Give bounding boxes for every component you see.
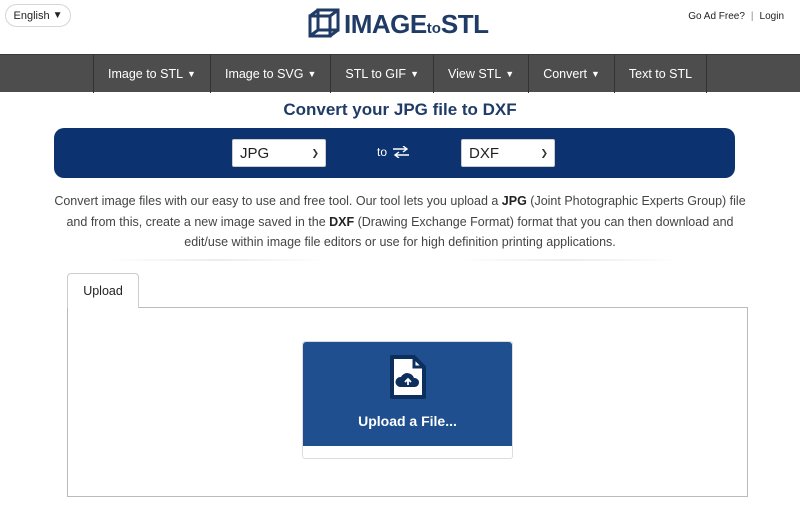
nav-text-to-stl[interactable]: Text to STL — [613, 55, 708, 93]
nav-label: Image to SVG — [224, 67, 304, 81]
description-text: Convert image files with our easy to use… — [54, 194, 502, 208]
caret-down-icon: ▼ — [410, 69, 419, 79]
go-ad-free-link[interactable]: Go Ad Free? — [688, 11, 745, 22]
nav-stl-to-gif[interactable]: STL to GIF ▼ — [330, 55, 433, 93]
upload-button-face[interactable]: Upload a File... — [303, 342, 512, 446]
from-format-value: JPG — [240, 144, 270, 162]
site-logo[interactable]: IMAGE to STL — [308, 8, 489, 40]
file-upload-icon — [390, 355, 426, 399]
caret-down-icon: ▼ — [187, 69, 196, 79]
logo-text: IMAGE to STL — [344, 9, 489, 40]
upload-button-label: Upload a File... — [358, 413, 457, 429]
to-text: to — [377, 145, 388, 159]
to-format-select[interactable]: DXF ❯ — [461, 139, 555, 167]
description-bold-jpg: JPG — [501, 194, 527, 208]
nav-image-to-stl[interactable]: Image to STL ▼ — [93, 55, 210, 93]
header: English ▼ IMAGE to STL Go Ad Free? | Log… — [0, 0, 800, 54]
from-format-select[interactable]: JPG ❯ — [232, 139, 326, 167]
cube-logo-icon — [308, 8, 340, 38]
link-separator: | — [750, 11, 754, 22]
caret-down-icon: ▼ — [590, 69, 600, 79]
page-title: Convert your JPG file to DXF — [283, 100, 517, 119]
login-link[interactable]: Login — [760, 11, 784, 22]
logo-text-stl: STL — [440, 8, 489, 39]
swap-arrows-icon[interactable] — [392, 146, 410, 158]
nav-image-to-svg[interactable]: Image to SVG ▼ — [209, 55, 330, 93]
main-nav: Image to STL ▼ Image to SVG ▼ STL to GIF ▼ … — [0, 54, 800, 93]
nav-convert[interactable]: Convert ▼ — [528, 55, 614, 93]
upload-button[interactable]: Upload a File... — [302, 341, 513, 459]
divider-left — [108, 259, 328, 261]
to-format-value: DXF — [469, 144, 499, 162]
to-label: to — [377, 145, 410, 159]
caret-down-icon: ▼ — [307, 69, 317, 79]
upload-panel: Upload a File... — [67, 307, 748, 497]
language-label: English — [13, 9, 50, 22]
caret-down-icon: ▼ — [52, 10, 63, 21]
nav-label: Text to STL — [628, 67, 693, 81]
nav-label: STL to GIF — [345, 67, 407, 81]
logo-text-to: to — [426, 19, 441, 37]
caret-down-icon: ▼ — [505, 69, 515, 79]
converter-bar: JPG ❯ to DXF ❯ — [54, 128, 735, 178]
logo-text-image: IMAGE — [344, 8, 427, 39]
description-bold-dxf: DXF — [329, 214, 355, 229]
nav-label: View STL — [448, 67, 502, 81]
nav-label: Image to STL — [108, 67, 184, 81]
language-selector[interactable]: English ▼ — [5, 4, 71, 27]
nav-view-stl[interactable]: View STL ▼ — [433, 55, 528, 93]
divider-right — [460, 259, 680, 261]
tab-upload[interactable]: Upload — [67, 273, 139, 308]
tool-description: Convert image files with our easy to use… — [50, 191, 750, 253]
account-links: Go Ad Free? | Login — [688, 11, 784, 22]
chevron-down-icon: ❯ — [540, 148, 548, 158]
chevron-down-icon: ❯ — [311, 148, 319, 158]
nav-label: Convert — [543, 67, 587, 81]
nav-items: Image to STL ▼ Image to SVG ▼ STL to GIF ▼ … — [93, 55, 708, 93]
